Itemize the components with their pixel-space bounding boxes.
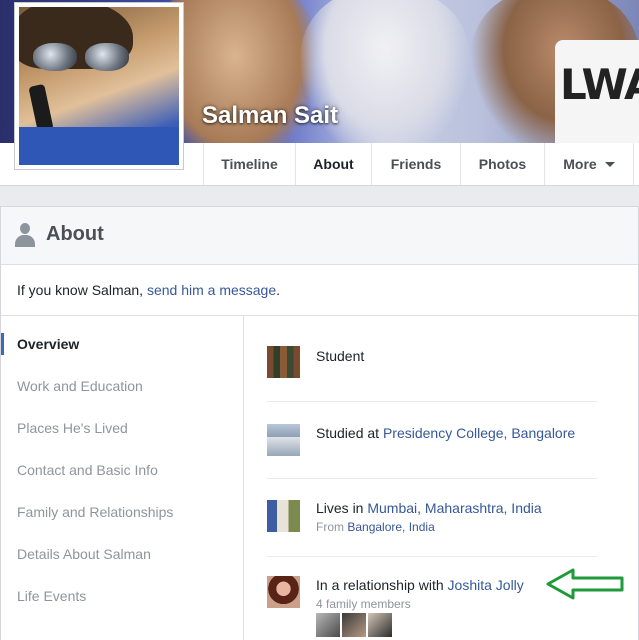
sidebar-item-details-about[interactable]: Details About Salman [17,546,151,562]
sidebar-item-family-relationships[interactable]: Family and Relationships [17,504,173,520]
profile-name[interactable]: Salman Sait [202,102,338,130]
about-title: About [46,223,104,245]
tab-more[interactable]: More [544,143,633,185]
tab-more-label: More [563,156,597,172]
relationship-text: In a relationship with Joshita Jolly [316,577,524,593]
avatar-phone [28,83,54,133]
tab-photos[interactable]: Photos [460,143,544,185]
sidebar-item-contact-info[interactable]: Contact and Basic Info [17,462,158,478]
school-thumbnail[interactable] [267,346,300,378]
avatar-image [19,7,179,165]
avatar-sunglasses [85,43,129,71]
tab-timeline[interactable]: Timeline [203,143,295,185]
divider [267,401,597,402]
sidebar-item-life-events[interactable]: Life Events [17,588,86,604]
college-thumbnail[interactable] [267,424,300,456]
studied-at-text: Studied at Presidency College, Bangalore [316,425,575,441]
family-count[interactable]: 4 family members [316,597,411,611]
lives-prefix: Lives in [316,500,368,516]
avatar[interactable] [316,613,340,637]
student-text: Student [316,348,365,364]
lives-in-text: Lives in Mumbai, Maharashtra, India [316,500,542,516]
about-sidebar: Overview Work and Education Places He's … [1,316,244,640]
cover-shirt-text: LWA [560,60,639,109]
message-prompt: If you know Salman, send him a message. [1,265,638,316]
college-link[interactable]: Presidency College, Bangalore [383,425,575,441]
profile-picture[interactable] [14,2,184,170]
send-message-link[interactable]: send him a message [147,282,276,298]
relationship-prefix: In a relationship with [316,577,448,593]
tab-bar-edge [633,143,639,185]
hometown-text: From Bangalore, India [316,520,435,534]
about-header: About [1,207,638,265]
chevron-down-icon [604,162,615,167]
person-icon-body [15,235,35,247]
partner-thumbnail[interactable] [267,576,300,608]
divider [267,478,597,479]
person-icon [14,223,36,247]
tab-friends[interactable]: Friends [371,143,460,185]
message-prefix: If you know Salman, [17,282,147,298]
avatar-sunglasses [33,43,77,71]
about-panel: About If you know Salman, send him a mes… [0,206,639,640]
sidebar-item-places-lived[interactable]: Places He's Lived [17,420,128,436]
sidebar-item-work-education[interactable]: Work and Education [17,378,143,394]
avatar[interactable] [368,613,392,637]
annotation-arrow-icon [546,568,624,600]
current-city-link[interactable]: Mumbai, Maharashtra, India [367,500,541,516]
studied-prefix: Studied at [316,425,383,441]
partner-link[interactable]: Joshita Jolly [448,577,524,593]
avatar[interactable] [342,613,366,637]
avatar-shirt [19,127,179,165]
person-icon-head [20,223,30,234]
family-member-avatars [267,613,407,637]
divider [267,556,597,557]
message-suffix: . [276,282,281,298]
city-thumbnail[interactable] [267,500,300,532]
hometown-link[interactable]: Bangalore, India [347,520,434,534]
from-prefix: From [316,520,348,534]
sidebar-item-overview[interactable]: Overview [17,336,79,352]
tab-about[interactable]: About [295,143,371,185]
active-nav-marker [1,333,4,355]
